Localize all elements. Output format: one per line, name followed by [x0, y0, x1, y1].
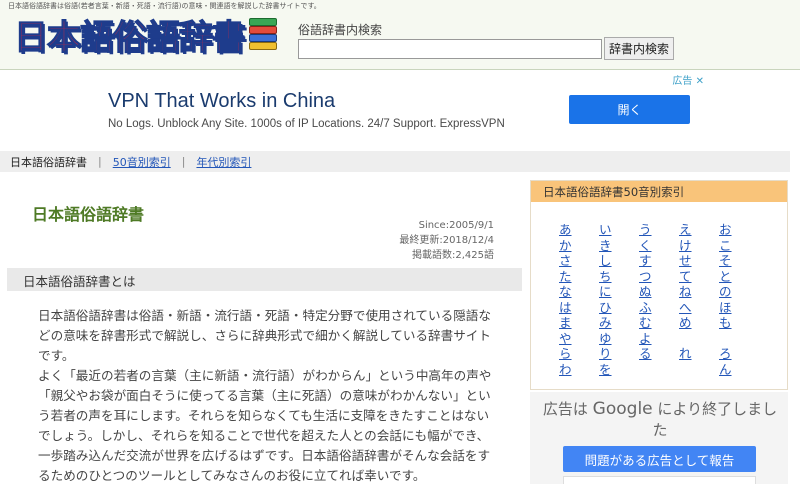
kana-link[interactable]: け — [679, 238, 692, 254]
kana-column: あかさたなはまやらわ — [559, 222, 572, 377]
kana-column: いきしちにひみゆりを — [599, 222, 612, 377]
kana-link[interactable]: や — [559, 331, 572, 347]
kana-link[interactable]: ま — [559, 315, 572, 331]
kana-link[interactable]: む — [639, 315, 652, 331]
ad-title[interactable]: VPN That Works in China — [108, 90, 335, 113]
ad-ended-suffix: により終了しました — [652, 400, 778, 439]
ad-ended-panel: 広告は Google により終了しました 問題がある広告として報告 — [530, 392, 788, 484]
report-ad-button[interactable]: 問題がある広告として報告 — [563, 446, 756, 472]
kana-link[interactable]: た — [559, 269, 572, 285]
kana-link[interactable]: き — [599, 238, 612, 254]
intro-paragraph: 日本語俗語辞書は俗語・新語・流行語・死語・特定分野で使用されている隠語などの意味… — [38, 308, 491, 363]
search-label: 俗語辞書内検索 — [298, 23, 383, 37]
kana-index-columns: あかさたなはまやらわ いきしちにひみゆりを うくすつぬふむよる えけせてねへめ れ おこ… — [531, 202, 787, 390]
close-icon[interactable]: ✕ — [696, 76, 704, 87]
kana-column: おこそとのほも ろん — [719, 222, 732, 377]
kana-link[interactable]: い — [599, 222, 612, 238]
kana-link[interactable]: な — [559, 284, 572, 300]
nav-link-nendai[interactable]: 年代別索引 — [196, 154, 251, 170]
kana-link[interactable]: に — [599, 284, 612, 300]
kana-link[interactable]: ち — [599, 269, 612, 285]
ad-ended-prefix: 広告は — [542, 400, 588, 418]
kana-link[interactable]: し — [599, 253, 612, 269]
kana-link[interactable]: く — [639, 238, 652, 254]
ad-feedback-bar — [563, 476, 756, 484]
google-brand: Google — [592, 399, 653, 419]
kana-link[interactable]: す — [639, 253, 652, 269]
kana-link[interactable]: ろ — [719, 346, 732, 362]
kana-link[interactable]: え — [679, 222, 692, 238]
nav-current: 日本語俗語辞書 — [10, 155, 87, 169]
kana-link[interactable]: て — [679, 269, 692, 285]
kana-link[interactable]: せ — [679, 253, 692, 269]
kana-link[interactable]: へ — [679, 300, 692, 316]
kana-link[interactable]: は — [559, 300, 572, 316]
kana-link[interactable]: り — [599, 346, 612, 362]
intro-text: 日本語俗語辞書は俗語・新語・流行語・死語・特定分野で使用されている隠語などの意味… — [38, 306, 496, 486]
kana-index-title: 日本語俗語辞書50音別索引 — [531, 181, 787, 202]
site-meta: Since:2005/9/1 最終更新:2018/12/4 掲載語数:2,425… — [399, 218, 494, 263]
last-updated: 最終更新:2018/12/4 — [399, 235, 494, 246]
kana-link[interactable]: め — [679, 315, 692, 331]
site-header: 日本語俗語辞書は俗語(若者言葉・新語・死語・流行語)の意味・関連語を解説した辞書… — [0, 0, 800, 70]
kana-link — [679, 331, 692, 347]
kana-link[interactable]: つ — [639, 269, 652, 285]
kana-link[interactable]: ね — [679, 284, 692, 300]
kana-link[interactable]: も — [719, 315, 732, 331]
kana-link — [719, 331, 732, 347]
kana-link[interactable]: る — [639, 346, 652, 362]
kana-index: 日本語俗語辞書50音別索引 あかさたなはまやらわ いきしちにひみゆりを うくすつぬふ… — [530, 180, 788, 390]
word-count: 掲載語数:2,425語 — [412, 250, 494, 261]
kana-link[interactable]: わ — [559, 362, 572, 378]
page-title: 日本語俗語辞書 — [32, 205, 145, 224]
section-heading: 日本語俗語辞書とは — [7, 268, 522, 291]
kana-link[interactable]: う — [639, 222, 652, 238]
ad-choices-label: 広告 — [672, 76, 693, 87]
kana-link[interactable]: の — [719, 284, 732, 300]
top-ad-banner[interactable]: VPN That Works in China No Logs. Unblock… — [80, 70, 707, 148]
kana-link[interactable]: お — [719, 222, 732, 238]
kana-link[interactable]: み — [599, 315, 612, 331]
ad-ended-message: 広告は Google により終了しました — [540, 399, 780, 441]
kana-link[interactable]: ふ — [639, 300, 652, 316]
nav-link-50on[interactable]: 50音別索引 — [113, 154, 171, 170]
nav-separator: | — [98, 155, 102, 168]
kana-link[interactable]: よ — [639, 331, 652, 347]
ad-open-button[interactable]: 開く — [569, 95, 690, 124]
kana-link[interactable]: あ — [559, 222, 572, 238]
kana-link[interactable]: ら — [559, 346, 572, 362]
kana-link[interactable]: か — [559, 238, 572, 254]
kana-link[interactable]: ひ — [599, 300, 612, 316]
kana-link[interactable]: と — [719, 269, 732, 285]
kana-link[interactable]: ぬ — [639, 284, 652, 300]
kana-link[interactable]: そ — [719, 253, 732, 269]
logo-text: 日本語俗語辞書 — [13, 17, 246, 58]
site-logo[interactable]: 日本語俗語辞書 — [13, 10, 279, 58]
search-input[interactable] — [298, 39, 602, 59]
kana-link[interactable]: ほ — [719, 300, 732, 316]
kana-link[interactable]: ゆ — [599, 331, 612, 347]
search-button[interactable]: 辞書内検索 — [604, 37, 674, 60]
kana-link[interactable]: を — [599, 362, 612, 378]
kana-column: うくすつぬふむよる — [639, 222, 652, 362]
ad-choices-icon[interactable]: 広告 ✕ — [672, 72, 704, 87]
nav-separator: | — [181, 155, 186, 168]
intro-paragraph: よく「最近の若者の言葉（主に新語・流行語）がわからん」という中高年の声や「親父や… — [38, 368, 492, 483]
since-date: Since:2005/9/1 — [418, 220, 494, 231]
kana-link[interactable]: れ — [679, 346, 692, 362]
kana-column: えけせてねへめ れ — [679, 222, 692, 362]
books-icon — [249, 14, 279, 54]
ad-description: No Logs. Unblock Any Site. 1000s of IP L… — [108, 118, 505, 130]
breadcrumb: 日本語俗語辞書 | 50音別索引 | 年代別索引 — [0, 151, 790, 172]
kana-link[interactable]: ん — [719, 362, 732, 378]
kana-link[interactable]: さ — [559, 253, 572, 269]
kana-link[interactable]: こ — [719, 238, 732, 254]
